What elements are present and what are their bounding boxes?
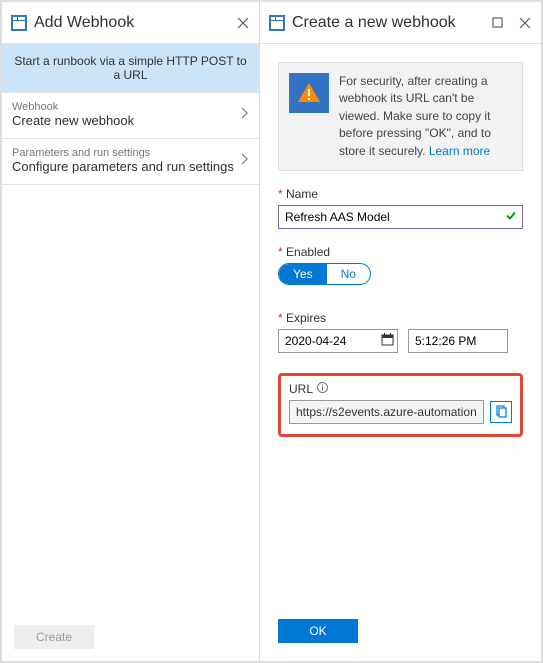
info-icon [317, 382, 328, 396]
expires-date-input[interactable] [278, 329, 398, 353]
url-input[interactable] [289, 400, 484, 424]
banner-text: Start a runbook via a simple HTTP POST t… [2, 44, 259, 93]
close-button-right[interactable] [513, 11, 537, 35]
enabled-label: Enabled [278, 245, 523, 259]
menu-parameters[interactable]: Parameters and run settings Configure pa… [2, 139, 259, 185]
url-label: URL [289, 382, 313, 396]
add-webhook-panel: Add Webhook Start a runbook via a simple… [2, 2, 260, 661]
expires-time-input[interactable] [408, 329, 508, 353]
copy-url-button[interactable] [490, 401, 512, 423]
create-button[interactable]: Create [14, 625, 94, 649]
security-info-box: For security, after creating a webhook i… [278, 62, 523, 171]
blade-icon [10, 14, 28, 32]
create-webhook-title: Create a new webhook [292, 14, 485, 32]
close-button-left[interactable] [231, 11, 255, 35]
menu-webhook[interactable]: Webhook Create new webhook [2, 93, 259, 139]
learn-more-link[interactable]: Learn more [429, 144, 490, 158]
maximize-button[interactable] [485, 11, 509, 35]
create-webhook-panel: Create a new webhook For security, after… [260, 2, 541, 661]
valid-check-icon [505, 209, 517, 224]
create-webhook-header: Create a new webhook [260, 2, 541, 44]
security-info-text: For security, after creating a webhook i… [339, 73, 512, 160]
warning-icon [289, 73, 329, 113]
add-webhook-title: Add Webhook [34, 14, 231, 32]
menu-webhook-main: Create new webhook [12, 113, 241, 128]
blade-icon [268, 14, 286, 32]
add-webhook-header: Add Webhook [2, 2, 259, 44]
menu-parameters-main: Configure parameters and run settings [12, 159, 241, 174]
menu-parameters-sub: Parameters and run settings [12, 147, 241, 159]
ok-button[interactable]: OK [278, 619, 358, 643]
chevron-right-icon [241, 107, 249, 122]
toggle-no: No [327, 264, 370, 284]
toggle-yes: Yes [279, 264, 327, 284]
url-section: URL [278, 373, 523, 437]
name-input[interactable] [278, 205, 523, 229]
expires-label: Expires [278, 311, 523, 325]
chevron-right-icon [241, 153, 249, 168]
name-label: Name [278, 187, 523, 201]
calendar-icon [381, 333, 394, 349]
menu-webhook-sub: Webhook [12, 101, 241, 113]
enabled-toggle[interactable]: Yes No [278, 263, 371, 285]
